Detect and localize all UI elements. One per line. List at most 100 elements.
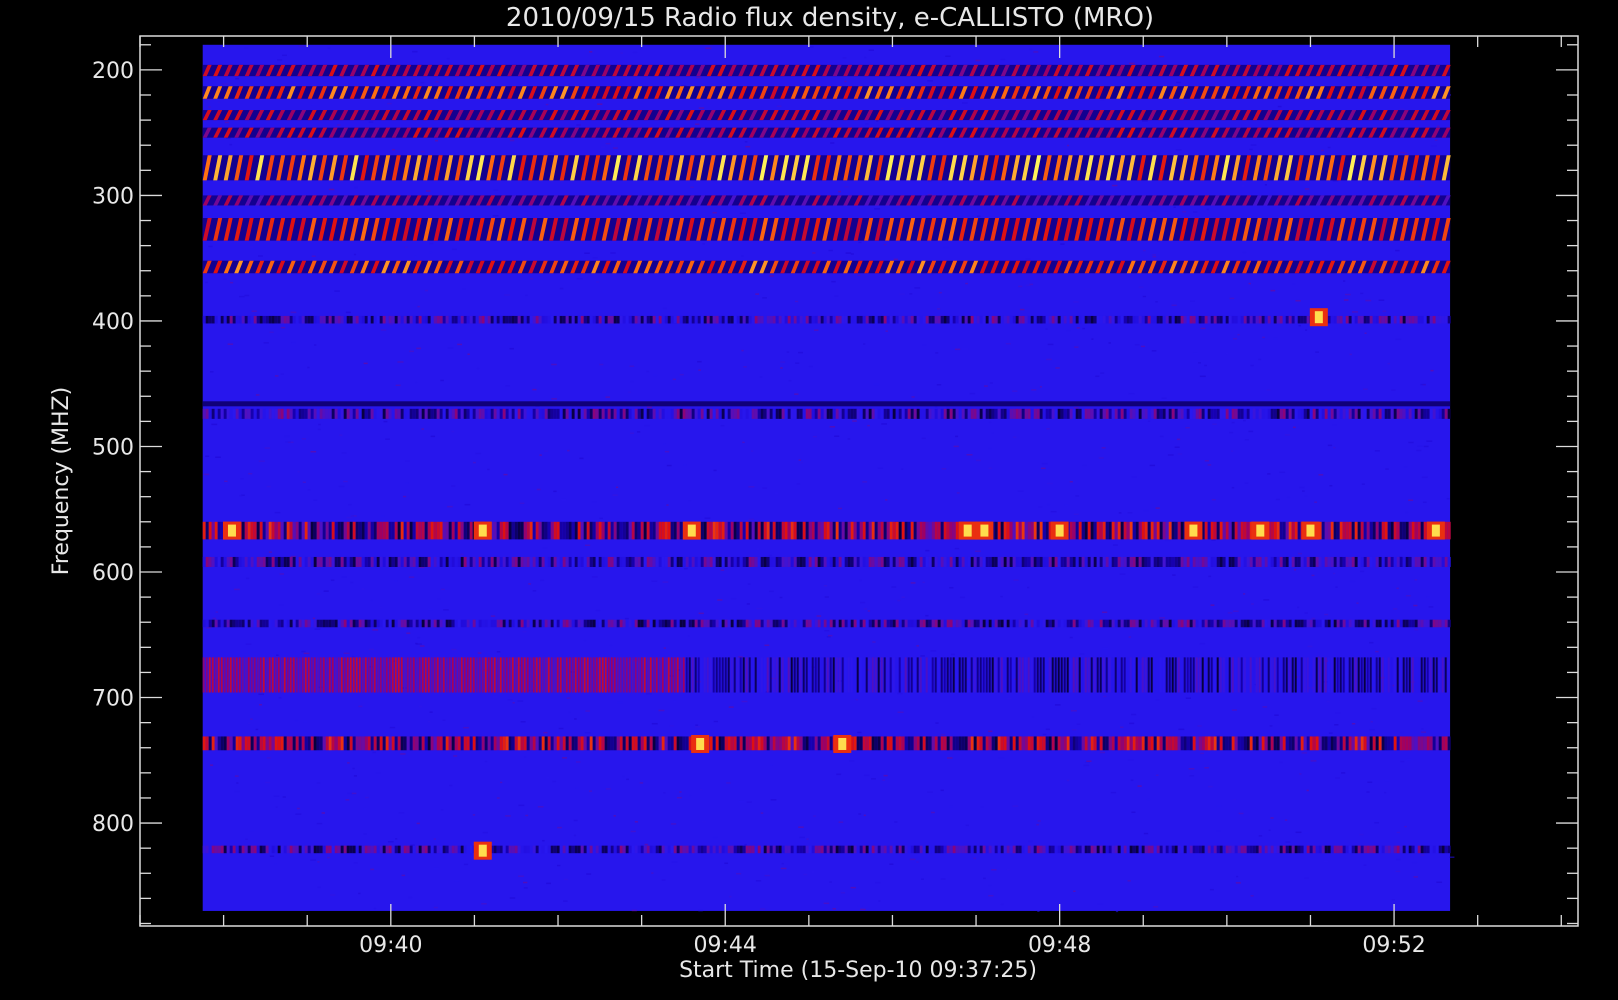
- heatmap-band-cell: [400, 619, 404, 628]
- heatmap-band-stripe: [1018, 657, 1021, 693]
- heatmap-texture: [1147, 420, 1151, 422]
- heatmap-texture: [698, 612, 704, 615]
- heatmap-band-cell: [1441, 408, 1445, 419]
- heatmap-band-stripe: [1378, 657, 1381, 693]
- heatmap-texture: [795, 362, 800, 364]
- heatmap-texture: [636, 431, 641, 433]
- heatmap-texture: [343, 652, 350, 655]
- heatmap-band-cell: [424, 619, 428, 628]
- heatmap-band-cell: [937, 556, 941, 567]
- heatmap-band-cell: [1426, 619, 1430, 628]
- heatmap-band-cell: [238, 315, 242, 324]
- heatmap-band-cell: [1285, 556, 1289, 567]
- heatmap-texture: [812, 252, 816, 254]
- heatmap-band-cell: [1354, 408, 1358, 419]
- heatmap-texture: [368, 648, 374, 651]
- heatmap-band-cell: [880, 556, 884, 567]
- heatmap-band-cell: [997, 619, 1001, 628]
- heatmap-band-cell: [877, 619, 881, 628]
- heatmap-band-cell: [1405, 521, 1409, 540]
- heatmap-band-stripe: [277, 657, 280, 693]
- heatmap-band-stripe: [1069, 657, 1072, 693]
- heatmap-band-cell: [439, 556, 443, 567]
- heatmap-band-cell: [1372, 315, 1376, 324]
- heatmap-texture: [871, 778, 876, 780]
- heatmap-band-cell: [361, 556, 365, 567]
- heatmap-band-stripe: [1297, 657, 1300, 693]
- heatmap-texture: [829, 881, 832, 883]
- heatmap-band-cell: [313, 315, 317, 324]
- heatmap-texture: [1161, 397, 1167, 399]
- heatmap-band-stripe: [1417, 657, 1420, 693]
- heatmap-band-cell: [1345, 315, 1349, 324]
- heatmap-band-cell: [802, 556, 806, 567]
- heatmap-band-cell: [235, 408, 239, 419]
- heatmap-texture: [1311, 574, 1315, 577]
- heatmap-band-cell: [376, 736, 380, 751]
- heatmap-texture: [268, 551, 272, 553]
- heatmap-band-cell: [208, 556, 212, 567]
- heatmap-band-cell: [847, 315, 851, 324]
- heatmap-band-cell: [928, 619, 932, 628]
- heatmap-band-cell: [805, 521, 809, 540]
- heatmap-band-cell: [361, 521, 365, 540]
- heatmap-band-cell: [835, 619, 839, 628]
- heatmap-band-cell: [349, 619, 353, 628]
- heatmap-band-cell: [1168, 408, 1172, 419]
- heatmap-band-cell: [1009, 521, 1013, 540]
- heatmap-band-cell: [1021, 521, 1025, 540]
- heatmap-band-cell: [1015, 521, 1019, 540]
- heatmap-texture: [1263, 599, 1270, 601]
- heatmap-band-cell: [751, 521, 755, 540]
- heatmap-band-cell: [955, 521, 959, 540]
- heatmap-band-cell: [367, 315, 371, 324]
- heatmap-band-cell: [826, 556, 830, 567]
- heatmap-band-cell: [424, 521, 428, 540]
- heatmap-band-cell: [796, 556, 800, 567]
- heatmap-band-cell: [448, 315, 452, 324]
- heatmap-band-stripe: [1279, 657, 1282, 693]
- heatmap-band-cell: [439, 619, 443, 628]
- heatmap-band-cell: [1021, 315, 1025, 324]
- heatmap-band-cell: [901, 521, 905, 540]
- heatmap-band-cell: [1444, 315, 1448, 324]
- heatmap-band-cell: [1231, 556, 1235, 567]
- heatmap-band-cell: [1339, 556, 1343, 567]
- heatmap-band-cell: [601, 408, 605, 419]
- heatmap-band-cell: [760, 408, 764, 419]
- heatmap-band-cell: [436, 619, 440, 628]
- heatmap-band-cell: [877, 408, 881, 419]
- heatmap-texture: [1019, 308, 1025, 311]
- heatmap-band-stripe: [1171, 657, 1174, 693]
- heatmap-band-cell: [967, 619, 971, 628]
- heatmap-texture: [1406, 594, 1411, 597]
- heatmap-band-cell: [1258, 408, 1262, 419]
- heatmap-band-cell: [1177, 315, 1181, 324]
- heatmap-texture: [842, 57, 847, 59]
- heatmap-texture: [729, 895, 732, 898]
- heatmap-band-cell: [958, 408, 962, 419]
- heatmap-texture: [341, 76, 345, 78]
- heatmap-band-cell: [1090, 619, 1094, 628]
- heatmap-band-cell: [952, 408, 956, 419]
- heatmap-band-cell: [544, 315, 548, 324]
- heatmap-band-cell: [1147, 408, 1151, 419]
- heatmap-band-stripe: [640, 657, 643, 693]
- heatmap-band-cell: [376, 619, 380, 628]
- heatmap-band-cell: [946, 315, 950, 324]
- heatmap-band-cell: [559, 736, 563, 751]
- heatmap-band-cell: [265, 521, 269, 540]
- heatmap-band-cell: [268, 619, 272, 628]
- heatmap-texture: [1127, 759, 1134, 761]
- heatmap-band-cell: [553, 736, 557, 751]
- heatmap-texture: [420, 150, 425, 153]
- heatmap-band-cell: [709, 408, 713, 419]
- heatmap-band-cell: [268, 736, 272, 751]
- heatmap-texture: [1364, 332, 1367, 334]
- heatmap-band-cell: [598, 736, 602, 751]
- heatmap-band-cell: [751, 315, 755, 324]
- heatmap-band-cell: [988, 315, 992, 324]
- heatmap-band-cell: [517, 736, 521, 751]
- heatmap-band-cell: [235, 315, 239, 324]
- heatmap-band-cell: [1216, 315, 1220, 324]
